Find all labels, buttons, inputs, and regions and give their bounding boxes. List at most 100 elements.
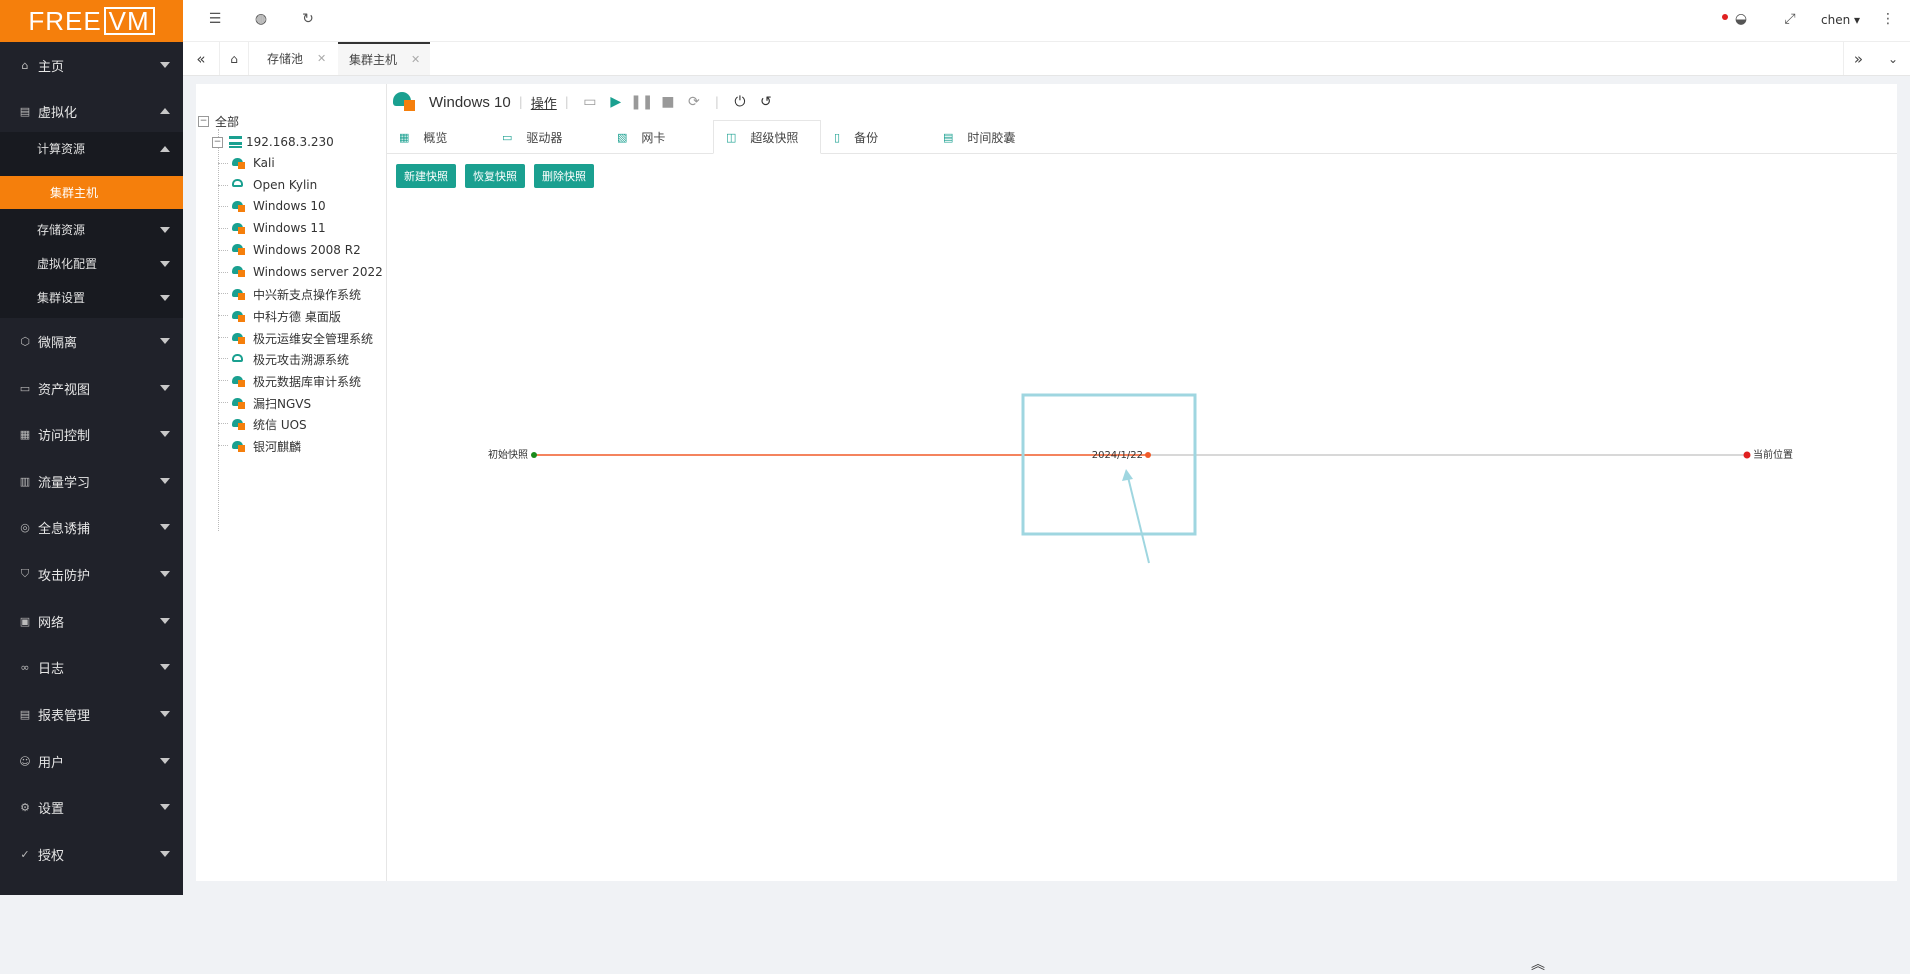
- sidebar-item-assets[interactable]: ▭ 资产视图: [0, 365, 183, 411]
- tab-storage-pool[interactable]: 存储池 ✕: [267, 42, 326, 75]
- tab-label: 驱动器: [526, 130, 563, 145]
- tree-vm-item[interactable]: 统信 UOS: [232, 416, 307, 433]
- tab-label: 集群主机: [349, 53, 398, 67]
- more-icon[interactable]: ⋮: [1878, 11, 1898, 31]
- tree-vm-item[interactable]: 银河麒麟: [232, 438, 301, 455]
- tabs-menu-icon[interactable]: ⌄: [1878, 42, 1908, 75]
- asset-icon: ▭: [19, 381, 31, 395]
- sidebar-item-label: 主页: [38, 59, 65, 75]
- sidebar-subitem-virt-config[interactable]: 虚拟化配置: [0, 247, 183, 280]
- play-icon[interactable]: ▶: [608, 94, 624, 110]
- tree-vm-label: 统信 UOS: [253, 418, 307, 433]
- chevron-down-icon: [160, 664, 170, 670]
- sidebar-item-settings[interactable]: ⚙ 设置: [0, 784, 183, 830]
- snapshot-label[interactable]: 2024/1/22: [1092, 450, 1143, 461]
- close-icon[interactable]: ✕: [317, 52, 326, 65]
- reset-icon[interactable]: ↺: [758, 94, 774, 110]
- sidebar-item-attack[interactable]: ⛉ 攻击防护: [0, 551, 183, 597]
- sidebar-subitem-storage[interactable]: 存储资源: [0, 213, 183, 246]
- chevron-down-icon: [160, 711, 170, 717]
- collapse-icon[interactable]: −: [198, 116, 209, 127]
- tree-vm-item[interactable]: Windows 11: [232, 221, 326, 235]
- logo: FREE VM: [0, 0, 183, 42]
- sidebar-item-access[interactable]: ▦ 访问控制: [0, 411, 183, 457]
- vm-icon: [232, 376, 245, 387]
- tree-vm-item[interactable]: 极元攻击溯源系统: [232, 351, 349, 368]
- tab-label: 时间胶囊: [967, 130, 1016, 145]
- tree-vm-label: Windows server 2022: [253, 264, 383, 279]
- sidebar-item-home[interactable]: ⌂ 主页: [0, 42, 183, 88]
- console-icon[interactable]: ▭: [582, 94, 598, 110]
- tree-vm-label: 漏扫NGVS: [253, 396, 312, 411]
- tree-vm-item[interactable]: Open Kylin: [232, 178, 317, 192]
- vm-icon: [232, 441, 245, 453]
- logo-text-free: FREE: [28, 5, 102, 36]
- sidebar-item-license[interactable]: ✓ 授权: [0, 831, 183, 877]
- tree-host[interactable]: − 192.168.3.230: [212, 135, 334, 149]
- tab-time-capsule[interactable]: ▤ 时间胶囊: [943, 120, 1015, 154]
- tree-vm-item[interactable]: Windows 2008 R2: [232, 243, 361, 257]
- sidebar-subitem-cluster-settings[interactable]: 集群设置: [0, 281, 183, 314]
- scroll-top-icon[interactable]: ︽: [1531, 954, 1545, 974]
- collapse-icon[interactable]: −: [212, 136, 223, 148]
- tree-vm-item[interactable]: Windows server 2022: [232, 265, 383, 279]
- fullscreen-icon[interactable]: ⤢: [1780, 11, 1800, 31]
- tree-vm-item[interactable]: 中兴新支点操作系统: [232, 286, 361, 303]
- tree-vm-item[interactable]: 漏扫NGVS: [232, 395, 311, 412]
- tab-snapshot[interactable]: ◫ 超级快照: [713, 120, 821, 154]
- nic-icon: ▧: [617, 130, 628, 144]
- start-snapshot-node[interactable]: [531, 452, 537, 458]
- tab-backup[interactable]: ▯ 备份: [834, 120, 878, 154]
- chevron-down-icon: [160, 618, 170, 624]
- collapse-menu-icon[interactable]: ☰: [205, 11, 225, 31]
- sidebar-subitem-compute[interactable]: 计算资源: [0, 132, 183, 165]
- sidebar-item-microseg[interactable]: ⬡ 微隔离: [0, 318, 183, 364]
- tree-vm-item[interactable]: Kali: [232, 156, 275, 170]
- stop-icon[interactable]: ■: [660, 94, 676, 110]
- tab-overview[interactable]: ▦ 概览: [399, 120, 447, 154]
- chevron-down-icon: [160, 338, 170, 344]
- tree-vm-item[interactable]: 极元数据库审计系统: [232, 373, 361, 390]
- trap-icon: ◎: [20, 520, 30, 534]
- tab-cluster-host[interactable]: 集群主机 ✕: [338, 42, 430, 75]
- backup-icon: ▯: [834, 130, 841, 144]
- vm-icon: [232, 222, 245, 234]
- tree-root[interactable]: − 全部: [198, 113, 239, 130]
- tab-label: 备份: [854, 130, 879, 145]
- sidebar-item-label: 网络: [38, 615, 65, 631]
- sidebar-item-report[interactable]: ▤ 报表管理: [0, 691, 183, 737]
- vm-icon: [232, 266, 245, 277]
- tree-vm-label: Windows 2008 R2: [253, 242, 361, 257]
- tree-vm-item[interactable]: Windows 10: [232, 199, 326, 213]
- sidebar-item-traffic[interactable]: ▥ 流量学习: [0, 458, 183, 504]
- close-icon[interactable]: ✕: [411, 53, 420, 66]
- power-icon[interactable]: ⏻: [732, 94, 748, 110]
- pause-icon[interactable]: ❚❚: [630, 94, 653, 110]
- tree-vm-item[interactable]: 中科方德 桌面版: [232, 308, 341, 325]
- theme-icon[interactable]: ◒: [1731, 11, 1751, 31]
- tab-nic[interactable]: ▧ 网卡: [617, 120, 665, 154]
- sidebar-subitem-cluster-host[interactable]: 集群主机: [0, 176, 183, 209]
- vm-icon: [232, 179, 245, 190]
- chevron-down-icon: [160, 62, 170, 68]
- sidebar-item-log[interactable]: ∞ 日志: [0, 644, 183, 690]
- globe-icon[interactable]: ◍: [251, 11, 271, 31]
- tab-drives[interactable]: ▭ 驱动器: [502, 120, 562, 154]
- sidebar-item-label: 攻击防护: [38, 568, 91, 584]
- vm-subtabs: ▦ 概览 ▭ 驱动器 ▧ 网卡 ◫ 超级快照 ▯ 备份 ▤ 时间胶囊: [387, 120, 1897, 154]
- vm-icon: [232, 157, 245, 169]
- restart-icon[interactable]: ⟳: [686, 94, 702, 110]
- snapshot-node[interactable]: [1145, 452, 1151, 458]
- tab-home[interactable]: ⌂: [219, 42, 249, 75]
- sidebar-item-network[interactable]: ▣ 网络: [0, 598, 183, 644]
- tabs-scroll-left-icon[interactable]: «: [191, 42, 211, 75]
- sidebar-item-trap[interactable]: ◎ 全息诱捕: [0, 504, 183, 550]
- operations-link[interactable]: 操作: [531, 93, 557, 112]
- tabs-scroll-right-icon[interactable]: »: [1843, 42, 1873, 75]
- refresh-icon[interactable]: ↻: [298, 11, 318, 31]
- tree-vm-item[interactable]: 极元运维安全管理系统: [232, 330, 373, 347]
- user-menu[interactable]: chen ▾: [1821, 13, 1860, 27]
- sidebar-subitem-label: 虚拟化配置: [37, 257, 98, 271]
- sidebar-item-user[interactable]: ☺ 用户: [0, 738, 183, 784]
- sidebar-item-virtualization[interactable]: ▤ 虚拟化: [0, 88, 183, 134]
